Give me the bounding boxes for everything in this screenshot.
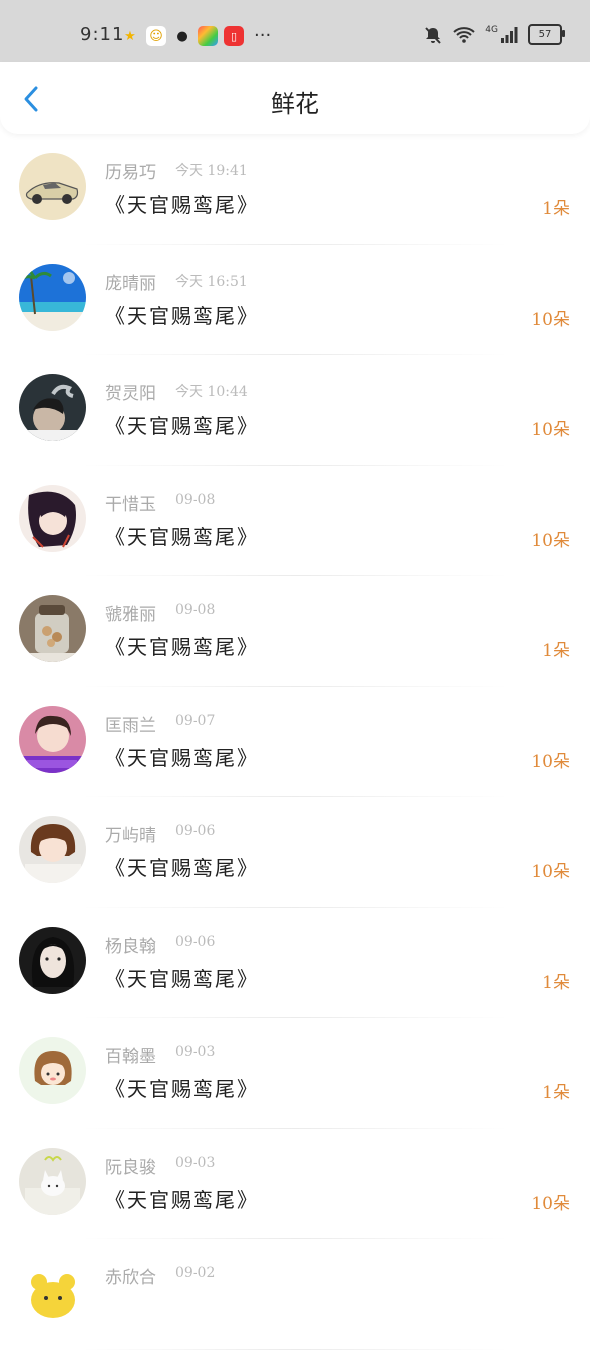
user-name: 干惜玉 [105, 494, 156, 515]
avatar[interactable] [19, 484, 86, 552]
flower-count: 1朵 [542, 641, 570, 661]
gift-time: 09-08 [175, 602, 216, 618]
gift-time: 09-06 [175, 933, 216, 950]
more-notifications-icon: ··· [254, 25, 272, 46]
book-title: 《天官赐鸾尾》 [105, 856, 259, 880]
flower-count: 1朵 [542, 1083, 570, 1103]
avatar[interactable] [19, 1147, 86, 1215]
book-title: 《天官赐鸾尾》 [105, 414, 259, 438]
battery-level: 57 [538, 29, 552, 40]
divider [80, 1348, 510, 1350]
list-item[interactable]: 赤欣合 09-02 [0, 1239, 590, 1350]
battery-icon: 57 [528, 24, 565, 45]
book-title: 《天官赐鸾尾》 [105, 1187, 259, 1212]
gift-time: 09-03 [175, 1154, 216, 1171]
list-item[interactable]: 干惜玉 09-08 《天官赐鸾尾》 10朵 [0, 466, 590, 576]
avatar[interactable] [19, 926, 86, 994]
status-bar: 9:11 ★ ☺ ● ▯ ··· 4G 57 [0, 0, 590, 62]
list-item[interactable]: 贺灵阳 今天 10:44 《天官赐鸾尾》 10朵 [0, 355, 590, 466]
user-name: 贺灵阳 [105, 384, 156, 404]
avatar[interactable] [19, 816, 86, 883]
book-app-icon: ▯ [224, 26, 244, 46]
gift-time: 09-02 [175, 1265, 216, 1281]
book-title: 《天官赐鸾尾》 [105, 524, 259, 549]
user-name: 百翰墨 [105, 1047, 156, 1067]
list-item[interactable]: 杨良翰 09-06 《天官赐鸾尾》 1朵 [0, 908, 590, 1018]
list-item[interactable]: 阮良骏 09-03 《天官赐鸾尾》 10朵 [0, 1129, 590, 1239]
qq-icon: ● [176, 28, 188, 44]
notification-icons: ★ ☺ ● ▯ ··· [120, 26, 271, 46]
flower-count: 10朵 [531, 862, 570, 882]
gift-time: 09-06 [175, 823, 216, 839]
user-name: 历易巧 [105, 163, 156, 183]
flower-count: 1朵 [542, 972, 570, 993]
signal-icon [501, 26, 518, 43]
book-title: 《天官赐鸾尾》 [105, 635, 259, 659]
list-item[interactable]: 匡雨兰 09-07 《天官赐鸾尾》 10朵 [0, 687, 590, 797]
user-name: 赤欣合 [105, 1268, 156, 1288]
list-item[interactable]: 万屿晴 09-06 《天官赐鸾尾》 10朵 [0, 797, 590, 908]
user-name: 阮良骏 [105, 1157, 156, 1178]
list-item[interactable]: 庞晴丽 今天 16:51 《天官赐鸾尾》 10朵 [0, 245, 590, 355]
mute-bell-icon [425, 26, 442, 44]
gift-time: 09-07 [175, 712, 216, 729]
flower-gift-list: 历易巧 今天 19:41 《天官赐鸾尾》 1朵 庞晴丽 今天 16:51 《天官… [0, 134, 590, 1350]
status-time: 9:11 [80, 24, 125, 45]
book-title: 《天官赐鸾尾》 [105, 1077, 259, 1101]
avatar[interactable] [19, 1258, 86, 1325]
user-name: 庞晴丽 [105, 273, 156, 294]
avatar[interactable] [19, 374, 86, 441]
flower-count: 10朵 [531, 530, 570, 551]
colorful-app-icon [198, 26, 218, 46]
avatar[interactable] [19, 705, 86, 773]
network-label: 4G [485, 24, 498, 35]
avatar[interactable] [19, 595, 86, 662]
book-title: 《天官赐鸾尾》 [105, 193, 259, 217]
list-item[interactable]: 百翰墨 09-03 《天官赐鸾尾》 1朵 [0, 1018, 590, 1129]
avatar[interactable] [19, 263, 86, 331]
system-icons: 4G 57 [423, 24, 565, 45]
gift-time: 今天 19:41 [175, 163, 248, 179]
flower-count: 1朵 [542, 199, 570, 219]
chat-app-icon: ☺ [146, 26, 166, 46]
book-title: 《天官赐鸾尾》 [105, 966, 259, 991]
gift-time: 今天 10:44 [175, 384, 248, 400]
gift-time: 今天 16:51 [175, 273, 248, 290]
gift-time: 09-03 [175, 1044, 216, 1060]
book-title: 《天官赐鸾尾》 [105, 303, 259, 328]
flower-count: 10朵 [531, 1193, 570, 1214]
flower-count: 10朵 [531, 420, 570, 440]
list-item[interactable]: 历易巧 今天 19:41 《天官赐鸾尾》 1朵 [0, 134, 590, 245]
user-name: 匡雨兰 [105, 715, 156, 736]
nav-bar: 鲜花 [0, 62, 590, 134]
user-name: 虢雅丽 [105, 605, 156, 625]
flower-count: 10朵 [531, 309, 570, 330]
user-name: 杨良翰 [105, 936, 156, 957]
page-title: 鲜花 [271, 90, 319, 118]
book-title: 《天官赐鸾尾》 [105, 745, 259, 770]
list-item[interactable]: 虢雅丽 09-08 《天官赐鸾尾》 1朵 [0, 576, 590, 687]
wifi-icon [453, 26, 475, 43]
star-app-icon: ★ [124, 28, 136, 44]
gift-time: 09-08 [175, 491, 216, 508]
user-name: 万屿晴 [105, 826, 156, 846]
avatar[interactable] [19, 1037, 86, 1104]
flower-count: 10朵 [531, 751, 570, 772]
avatar[interactable] [19, 153, 86, 220]
